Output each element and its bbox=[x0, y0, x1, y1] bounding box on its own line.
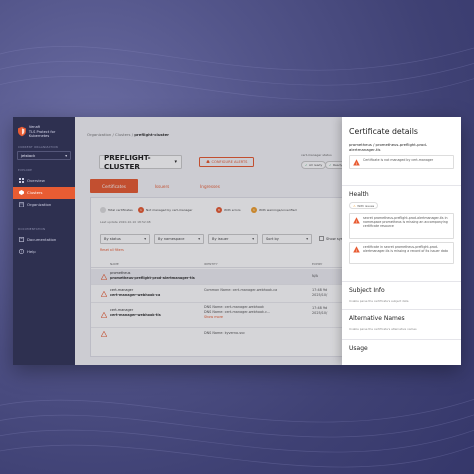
chevron-down-icon: ▾ bbox=[65, 153, 67, 158]
alert-text: Certificate is not managed by cert-manag… bbox=[363, 158, 434, 162]
sidebar-item-help[interactable]: ? Help bbox=[13, 246, 75, 258]
warning-icon: ! bbox=[353, 159, 360, 166]
org-select[interactable]: jetstack ▾ bbox=[17, 150, 71, 160]
building-icon bbox=[18, 202, 24, 208]
subject-heading: Subject Info bbox=[349, 287, 385, 294]
brand[interactable]: Venafi TLS Protect for Kubernetes bbox=[13, 117, 75, 145]
svg-text:!: ! bbox=[356, 162, 357, 166]
sidebar-item-label: Help bbox=[27, 249, 36, 254]
health-alert-missing-certificate: ! secret prometheus-preflight-prod-alert… bbox=[349, 213, 454, 239]
sidebar-item-label: Overview bbox=[27, 178, 45, 183]
svg-text:?: ? bbox=[20, 250, 22, 254]
usage-section: Usage bbox=[342, 339, 461, 365]
sidebar-item-label: Documentation bbox=[27, 237, 57, 242]
brand-tagline: TLS Protect for Kubernetes bbox=[28, 129, 56, 139]
warning-icon: ! bbox=[353, 217, 360, 224]
svg-text:!: ! bbox=[356, 249, 357, 253]
health-status-label: With issues bbox=[357, 203, 375, 208]
alert-not-managed: ! Certificate is not managed by cert-man… bbox=[349, 155, 454, 169]
sidebar-item-documentation[interactable]: Documentation bbox=[13, 234, 75, 246]
sidebar-item-clusters[interactable]: Clusters bbox=[13, 186, 75, 199]
alt-names-heading: Alternative Names bbox=[349, 315, 405, 322]
alert-text: secret prometheus-preflight-prod-alertma… bbox=[363, 216, 448, 229]
org-name: jetstack bbox=[21, 153, 36, 158]
svg-text:!: ! bbox=[356, 220, 357, 224]
org-section-label: CURRENT ORGANIZATION bbox=[18, 144, 58, 149]
app-window: Venafi TLS Protect for Kubernetes CURREN… bbox=[13, 117, 461, 365]
health-status-pill: ⚠ With issues bbox=[349, 202, 379, 209]
health-heading: Health bbox=[349, 191, 369, 198]
warning-icon: ! bbox=[353, 246, 360, 253]
usage-heading: Usage bbox=[349, 345, 368, 352]
subject-note: Unable parse the certificate's subject d… bbox=[349, 299, 409, 303]
book-icon bbox=[18, 237, 24, 243]
sidebar: Venafi TLS Protect for Kubernetes CURREN… bbox=[13, 117, 75, 365]
grid-icon bbox=[18, 178, 24, 184]
sidebar-item-overview[interactable]: Overview bbox=[13, 175, 75, 187]
shield-logo-icon bbox=[18, 127, 26, 137]
alternative-names-section: Alternative Names Unable parse the certi… bbox=[342, 309, 461, 337]
help-icon: ? bbox=[18, 249, 24, 255]
sidebar-item-label: Clusters bbox=[27, 190, 43, 195]
main-content: Organization / Clusters / preflight-clus… bbox=[75, 117, 461, 365]
alt-names-note: Unable parse the certificate's alternati… bbox=[349, 327, 417, 331]
sidebar-item-organization[interactable]: Organization bbox=[13, 199, 75, 211]
warning-icon: ⚠ bbox=[353, 203, 356, 208]
docs-label: DOCUMENTATION bbox=[18, 226, 46, 231]
clusters-icon bbox=[18, 190, 24, 196]
health-alert-missing-issuer: ! certificate in secret prometheus-prefl… bbox=[349, 242, 454, 264]
explore-label: EXPLORE bbox=[18, 167, 33, 172]
certificate-path: prometheus / prometheus-preflight-prod-a… bbox=[349, 142, 428, 152]
certificate-details-panel: Certificate details prometheus / prometh… bbox=[342, 117, 461, 365]
panel-title: Certificate details bbox=[349, 127, 418, 136]
sidebar-item-label: Organization bbox=[27, 202, 52, 207]
subject-info-section: Subject Info Unable parse the certificat… bbox=[342, 281, 461, 309]
alert-text: certificate in secret prometheus-preflig… bbox=[363, 245, 449, 254]
